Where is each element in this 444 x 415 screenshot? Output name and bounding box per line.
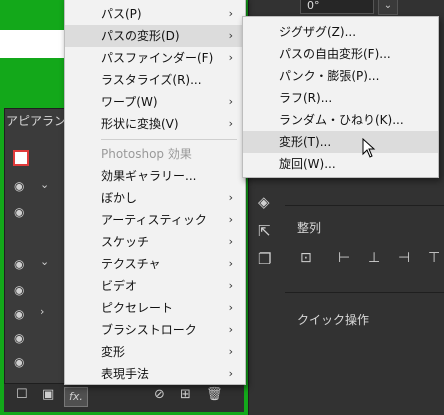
eye-icon[interactable]: ◉	[14, 258, 28, 270]
chevron-right-icon: ›	[228, 235, 233, 248]
chevron-right-icon: ›	[228, 117, 233, 130]
white-shape[interactable]	[0, 30, 72, 58]
filled-square-icon[interactable]: ▣	[42, 387, 54, 402]
chevron-right-icon: ›	[228, 191, 233, 204]
chevron-right-icon: ›	[228, 51, 233, 64]
dropdown-chevron-icon[interactable]: ⌄	[378, 0, 398, 15]
eye-icon[interactable]: ◉	[14, 356, 28, 368]
eye-icon[interactable]: ◉	[14, 180, 28, 192]
quick-actions-title: クイック操作	[297, 313, 370, 327]
chevron-right-icon: ›	[228, 279, 233, 292]
mouse-cursor-icon	[362, 138, 376, 158]
menu-item-blur[interactable]: ぼかし ›	[65, 187, 245, 209]
submenu-item-free-distort[interactable]: パスの自由変形(F)...	[243, 43, 438, 65]
align-right-icon[interactable]: ⊣	[398, 250, 410, 266]
menu-item-artistic[interactable]: アーティスティック ›	[65, 209, 245, 231]
eye-icon[interactable]: ◉	[14, 332, 28, 344]
distort-transform-submenu: ジグザグ(Z)... パスの自由変形(F)... パンク・膨張(P)... ラフ…	[242, 16, 439, 178]
chevron-right-icon: ›	[228, 7, 233, 20]
menu-item-rasterize[interactable]: ラスタライズ(R)...	[65, 69, 245, 91]
menu-item-brush-strokes[interactable]: ブラシストローク ›	[65, 319, 245, 341]
chevron-right-icon: ›	[228, 301, 233, 314]
menu-item-path[interactable]: パス(P) ›	[65, 3, 245, 25]
stroke-swatch[interactable]	[13, 150, 29, 166]
eye-icon[interactable]: ◉	[14, 284, 28, 296]
chevron-right-icon: ›	[228, 367, 233, 380]
artboards-icon[interactable]: ❐	[258, 250, 271, 268]
chevron-right-icon[interactable]: ›	[40, 305, 44, 318]
chevron-down-icon[interactable]: ⌄	[40, 255, 49, 268]
export-icon[interactable]: ⇱	[258, 222, 271, 240]
layers-icon[interactable]: ◈	[258, 193, 270, 211]
divider	[285, 292, 444, 293]
menu-item-effect-gallery[interactable]: 効果ギャラリー...	[65, 165, 245, 187]
align-left-icon[interactable]: ⊢	[338, 250, 350, 266]
menu-item-convert-to-shape[interactable]: 形状に変換(V) ›	[65, 113, 245, 135]
chevron-right-icon: ›	[228, 95, 233, 108]
square-icon[interactable]: ☐	[16, 387, 28, 402]
no-icon[interactable]: ⊘	[154, 387, 165, 402]
menu-separator	[101, 139, 237, 140]
submenu-item-tweak[interactable]: ランダム・ひねり(K)...	[243, 109, 438, 131]
chevron-right-icon: ›	[228, 29, 233, 42]
menu-item-pathfinder[interactable]: パスファインダー(F) ›	[65, 47, 245, 69]
menu-section-photoshop-effects: Photoshop 効果	[101, 147, 192, 161]
divider	[285, 205, 444, 206]
submenu-item-roughen[interactable]: ラフ(R)...	[243, 87, 438, 109]
chevron-right-icon: ›	[228, 257, 233, 270]
align-top-icon[interactable]: ⊤	[428, 250, 440, 266]
menu-item-texture[interactable]: テクスチャ ›	[65, 253, 245, 275]
submenu-item-transform[interactable]: 変形(T)...	[243, 131, 438, 153]
submenu-item-twist[interactable]: 旋回(W)...	[243, 153, 438, 175]
appearance-panel-title: アピアランス	[6, 114, 66, 128]
menu-item-sketch[interactable]: スケッチ ›	[65, 231, 245, 253]
chevron-right-icon: ›	[228, 345, 233, 358]
align-section-title: 整列	[297, 221, 322, 235]
eye-icon[interactable]: ◉	[14, 308, 28, 320]
submenu-item-pucker-bloat[interactable]: パンク・膨張(P)...	[243, 65, 438, 87]
menu-item-distort[interactable]: 変形 ›	[65, 341, 245, 363]
fx-icon[interactable]: fx.	[64, 387, 88, 407]
submenu-item-zigzag[interactable]: ジグザグ(Z)...	[243, 21, 438, 43]
effect-menu: パス(P) › パスの変形(D) › パスファインダー(F) › ラスタライズ(R).…	[64, 0, 246, 385]
menu-item-video[interactable]: ビデオ ›	[65, 275, 245, 297]
align-center-icon[interactable]: ⊥	[368, 250, 380, 266]
chevron-right-icon: ›	[228, 323, 233, 336]
chevron-right-icon: ›	[228, 213, 233, 226]
add-icon[interactable]: ⊞	[180, 387, 191, 402]
trash-icon[interactable]: 🗑	[206, 387, 223, 402]
menu-item-distort-transform[interactable]: パスの変形(D) ›	[65, 25, 245, 47]
angle-field[interactable]: 0°	[300, 0, 374, 14]
menu-item-pixelate[interactable]: ピクセレート ›	[65, 297, 245, 319]
eye-icon[interactable]: ◉	[14, 206, 28, 218]
chevron-down-icon[interactable]: ⌄	[40, 178, 49, 191]
menu-item-warp[interactable]: ワープ(W) ›	[65, 91, 245, 113]
align-to-icon[interactable]: ⊡	[300, 250, 312, 266]
menu-item-stylize[interactable]: 表現手法 ›	[65, 363, 245, 385]
